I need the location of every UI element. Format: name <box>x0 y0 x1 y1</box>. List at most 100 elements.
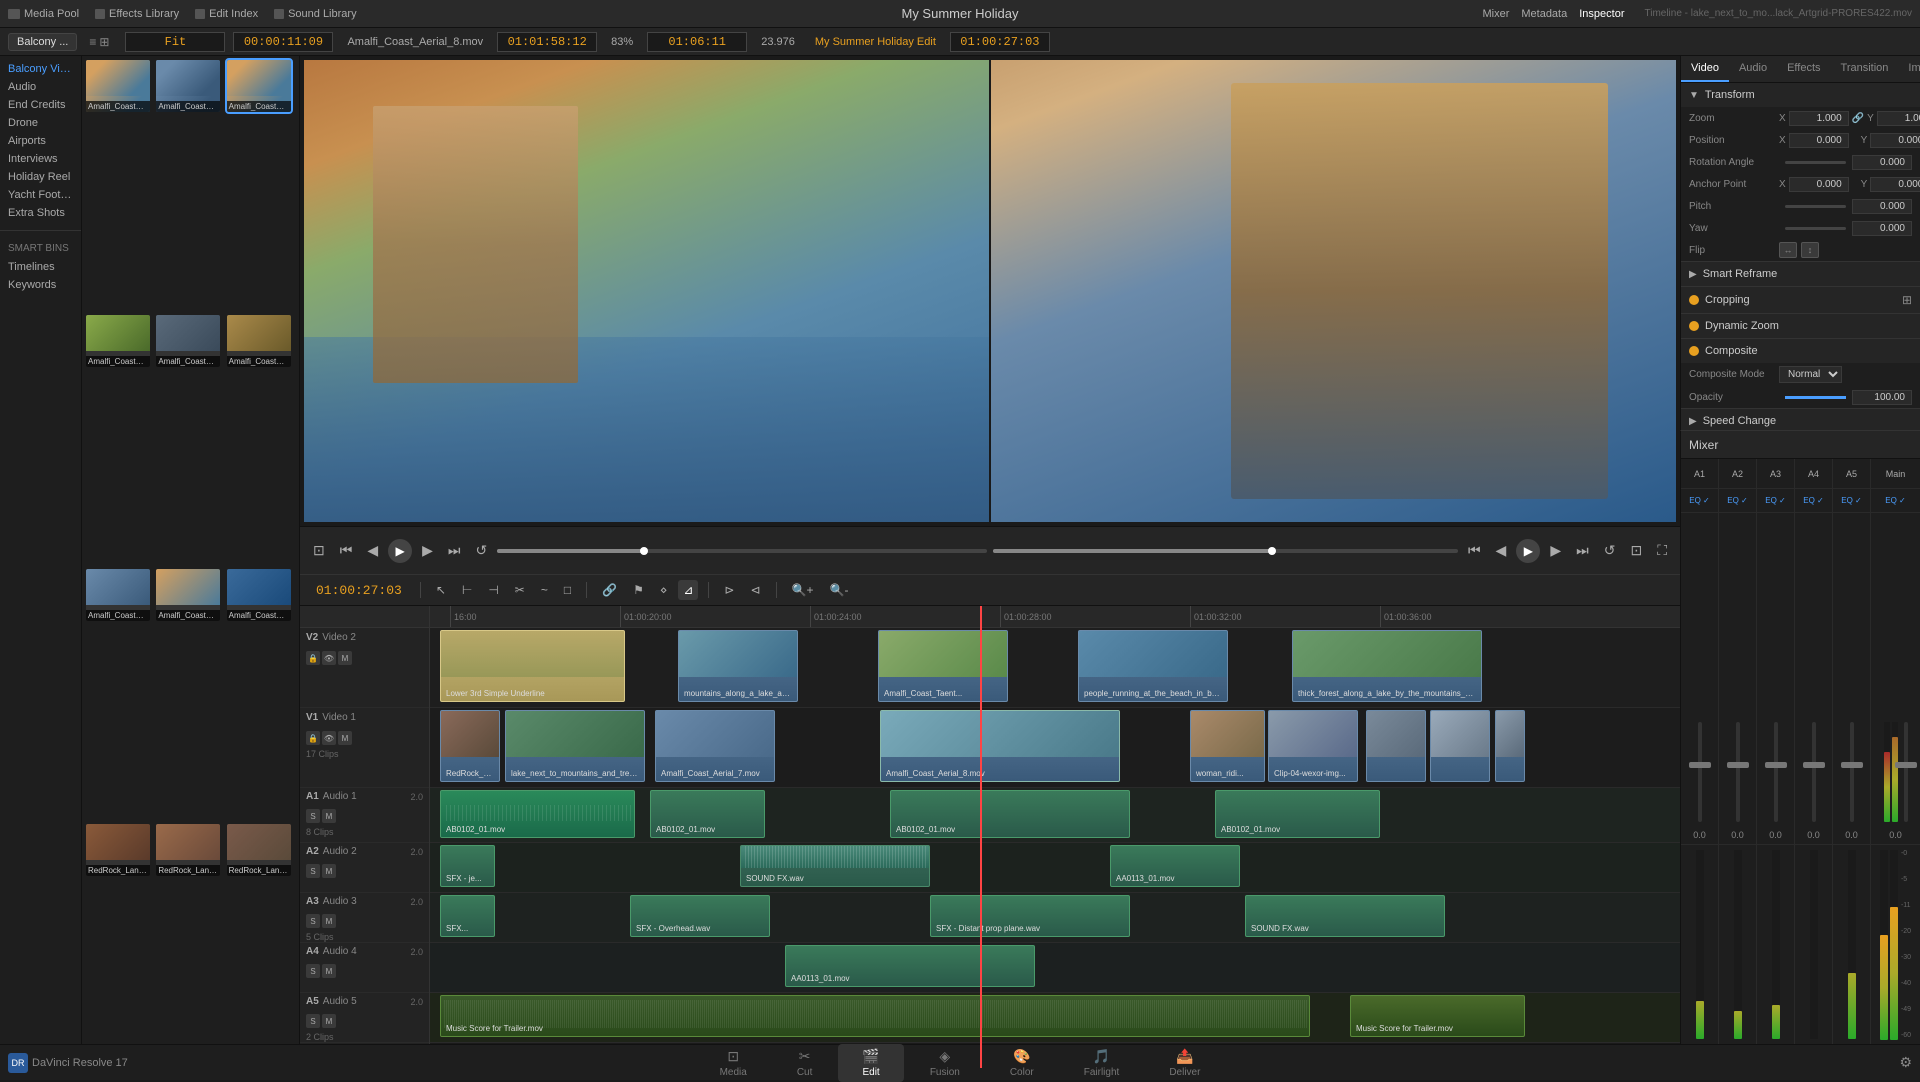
clip-extra3[interactable] <box>1495 710 1525 782</box>
composite-header[interactable]: Composite <box>1681 339 1920 363</box>
a1-solo-btn[interactable]: M <box>322 809 336 823</box>
cropping-header[interactable]: Cropping ⊞ <box>1681 287 1920 313</box>
link-clips-btn[interactable]: 🔗 <box>597 580 622 600</box>
a2-mute-btn[interactable]: M <box>322 864 336 878</box>
a5-eq-btn[interactable]: EQ ✓ <box>1833 489 1871 512</box>
position-y-value[interactable]: 0.000 <box>1870 133 1920 148</box>
program-skip-start-btn[interactable]: ⏮ <box>1463 539 1486 562</box>
inspector-tab-video[interactable]: Video <box>1681 56 1729 82</box>
clip-a1-3[interactable]: AB0102_01.mov <box>890 790 1130 838</box>
metadata-tab[interactable]: Metadata <box>1521 8 1567 20</box>
a3-eq-btn[interactable]: EQ ✓ <box>1757 489 1795 512</box>
anchor-y-value[interactable]: 0.000 <box>1870 177 1920 192</box>
clip-clip04[interactable]: Clip-04-wexor-img... <box>1268 710 1358 782</box>
clip-a2-aa0113[interactable]: AA0113_01.mov <box>1110 845 1240 887</box>
pitch-value[interactable]: 0.000 <box>1852 199 1912 214</box>
clip-a1-4[interactable]: AB0102_01.mov <box>1215 790 1380 838</box>
program-fullscreen-btn[interactable]: ⛶ <box>1652 539 1672 562</box>
a2-eq-btn[interactable]: EQ ✓ <box>1719 489 1757 512</box>
yaw-slider[interactable] <box>1785 227 1846 230</box>
media-thumb-9[interactable]: Amalfi_Coast_T... <box>227 569 291 621</box>
inspector-tab-image[interactable]: Image <box>1898 56 1920 82</box>
clip-amalfi-talent[interactable]: Amalfi_Coast_Taent... <box>878 630 1008 702</box>
program-scrubber[interactable] <box>993 549 1458 553</box>
bottom-tab-edit[interactable]: 🎬 Edit <box>838 1044 903 1082</box>
effects-library-tab[interactable]: Effects Library <box>95 8 179 20</box>
clip-a4-aa0113[interactable]: AA0113_01.mov <box>785 945 1035 987</box>
opacity-value[interactable]: 100.00 <box>1852 390 1912 405</box>
media-thumb-7[interactable]: Amalfi_Coast_T... <box>86 569 150 621</box>
sidebar-item-yacht-footage[interactable]: Yacht Footage <box>0 186 81 204</box>
a3-solo-btn[interactable]: S <box>306 914 320 928</box>
ripple-btn[interactable]: ⊿ <box>678 580 698 600</box>
media-thumb-5[interactable]: Amalfi_Coast_T... <box>156 315 220 367</box>
v2-eye-btn[interactable]: 👁 <box>322 651 336 665</box>
a1-lock-btn[interactable]: S <box>306 809 320 823</box>
bottom-tab-cut[interactable]: ✂ Cut <box>773 1044 837 1082</box>
source-next-frame-btn[interactable]: ▶ <box>417 539 438 562</box>
fit-dropdown[interactable]: Fit <box>125 32 225 52</box>
program-monitor-mode-btn[interactable]: ⊡ <box>1625 539 1647 562</box>
sidebar-item-extra-shots[interactable]: Extra Shots <box>0 204 81 222</box>
snap-btn[interactable]: ⋄ <box>655 580 673 600</box>
overwrite-mode-btn[interactable]: ⊲ <box>745 580 765 600</box>
sidebar-item-timelines[interactable]: Timelines <box>0 258 81 276</box>
inspector-tab-audio[interactable]: Audio <box>1729 56 1777 82</box>
clip-redrock-talent[interactable]: RedRock_Talent_3... <box>440 710 500 782</box>
dynamic-zoom-header[interactable]: Dynamic Zoom <box>1681 314 1920 338</box>
media-thumb-3[interactable]: Amalfi_Coast_A... <box>227 60 291 112</box>
zoom-y-value[interactable]: 1.000 <box>1877 111 1920 126</box>
cropping-expand[interactable]: ⊞ <box>1902 293 1912 307</box>
clip-mountains[interactable]: mountains_along_a_lake_aerial_by_Roma... <box>678 630 798 702</box>
a2-lock-btn[interactable]: S <box>306 864 320 878</box>
zoom-link-icon[interactable]: 🔗 <box>1852 113 1864 124</box>
media-thumb-10[interactable]: RedRock_Land... <box>86 824 150 876</box>
trim-tool[interactable]: ⊢ <box>457 580 477 600</box>
a2-fader-handle[interactable] <box>1727 762 1749 768</box>
a1-eq-btn[interactable]: EQ ✓ <box>1681 489 1719 512</box>
sidebar-item-airports[interactable]: Airports <box>0 132 81 150</box>
source-loop-btn[interactable]: ↺ <box>471 539 493 562</box>
position-x-value[interactable]: 0.000 <box>1789 133 1849 148</box>
bottom-tab-fusion[interactable]: ◈ Fusion <box>906 1044 984 1082</box>
bin-name[interactable]: Balcony ... <box>8 33 77 51</box>
clip-a3-overhead[interactable]: SFX - Overhead.wav <box>630 895 770 937</box>
clip-amalfi8[interactable]: Amalfi_Coast_Aerial_8.mov <box>880 710 1120 782</box>
clip-a2-sfx[interactable]: SFX - je... <box>440 845 495 887</box>
v1-eye-btn[interactable]: 👁 <box>322 731 336 745</box>
clip-amalfi7[interactable]: Amalfi_Coast_Aerial_7.mov <box>655 710 775 782</box>
composite-mode-select[interactable]: Normal <box>1779 366 1842 383</box>
sidebar-item-holiday-reel[interactable]: Holiday Reel <box>0 168 81 186</box>
program-skip-end-btn[interactable]: ⏭ <box>1571 539 1594 562</box>
main-fader-handle[interactable] <box>1895 762 1917 768</box>
select-tool[interactable]: ↖ <box>431 580 451 600</box>
inspector-tab-transition[interactable]: Transition <box>1831 56 1899 82</box>
a5-fader[interactable] <box>1850 722 1854 822</box>
sidebar-item-end-credits[interactable]: End Credits <box>0 96 81 114</box>
bottom-tab-fairlight[interactable]: 🎵 Fairlight <box>1060 1044 1144 1082</box>
program-prev-frame-btn[interactable]: ◀ <box>1491 539 1512 562</box>
source-skip-start-btn[interactable]: ⏮ <box>335 539 358 562</box>
source-play-btn[interactable]: ▶ <box>388 539 412 563</box>
media-thumb-1[interactable]: Amalfi_Coast_A... <box>86 60 150 112</box>
transform-header[interactable]: ▼ Transform <box>1681 83 1920 107</box>
clip-lower3rd[interactable]: Lower 3rd Simple Underline <box>440 630 625 702</box>
edit-index-tab[interactable]: Edit Index <box>195 8 258 20</box>
slice-tool[interactable]: ✂ <box>510 580 530 600</box>
clip-a2-soundfx[interactable]: SOUND FX.wav <box>740 845 930 887</box>
a4-fader-handle[interactable] <box>1803 762 1825 768</box>
a2-fader[interactable] <box>1736 722 1740 822</box>
mixer-tab[interactable]: Mixer <box>1482 8 1509 20</box>
a5-mute-btn[interactable]: M <box>322 1014 336 1028</box>
smooth-cut-tool[interactable]: ~ <box>536 580 553 600</box>
main-eq-btn[interactable]: EQ ✓ <box>1871 489 1920 512</box>
playhead[interactable] <box>980 606 982 1068</box>
v1-lock-btn[interactable]: 🔒 <box>306 731 320 745</box>
flip-h-btn[interactable]: ↔ <box>1779 242 1797 258</box>
a1-fader-handle[interactable] <box>1689 762 1711 768</box>
main-fader[interactable] <box>1904 722 1908 822</box>
settings-icon[interactable]: ⚙ <box>1899 1054 1912 1070</box>
v2-lock-btn[interactable]: 🔒 <box>306 651 320 665</box>
clip-a3-distant[interactable]: SFX - Distant prop plane.wav <box>930 895 1130 937</box>
sidebar-item-balcony-view[interactable]: Balcony View <box>0 60 81 78</box>
